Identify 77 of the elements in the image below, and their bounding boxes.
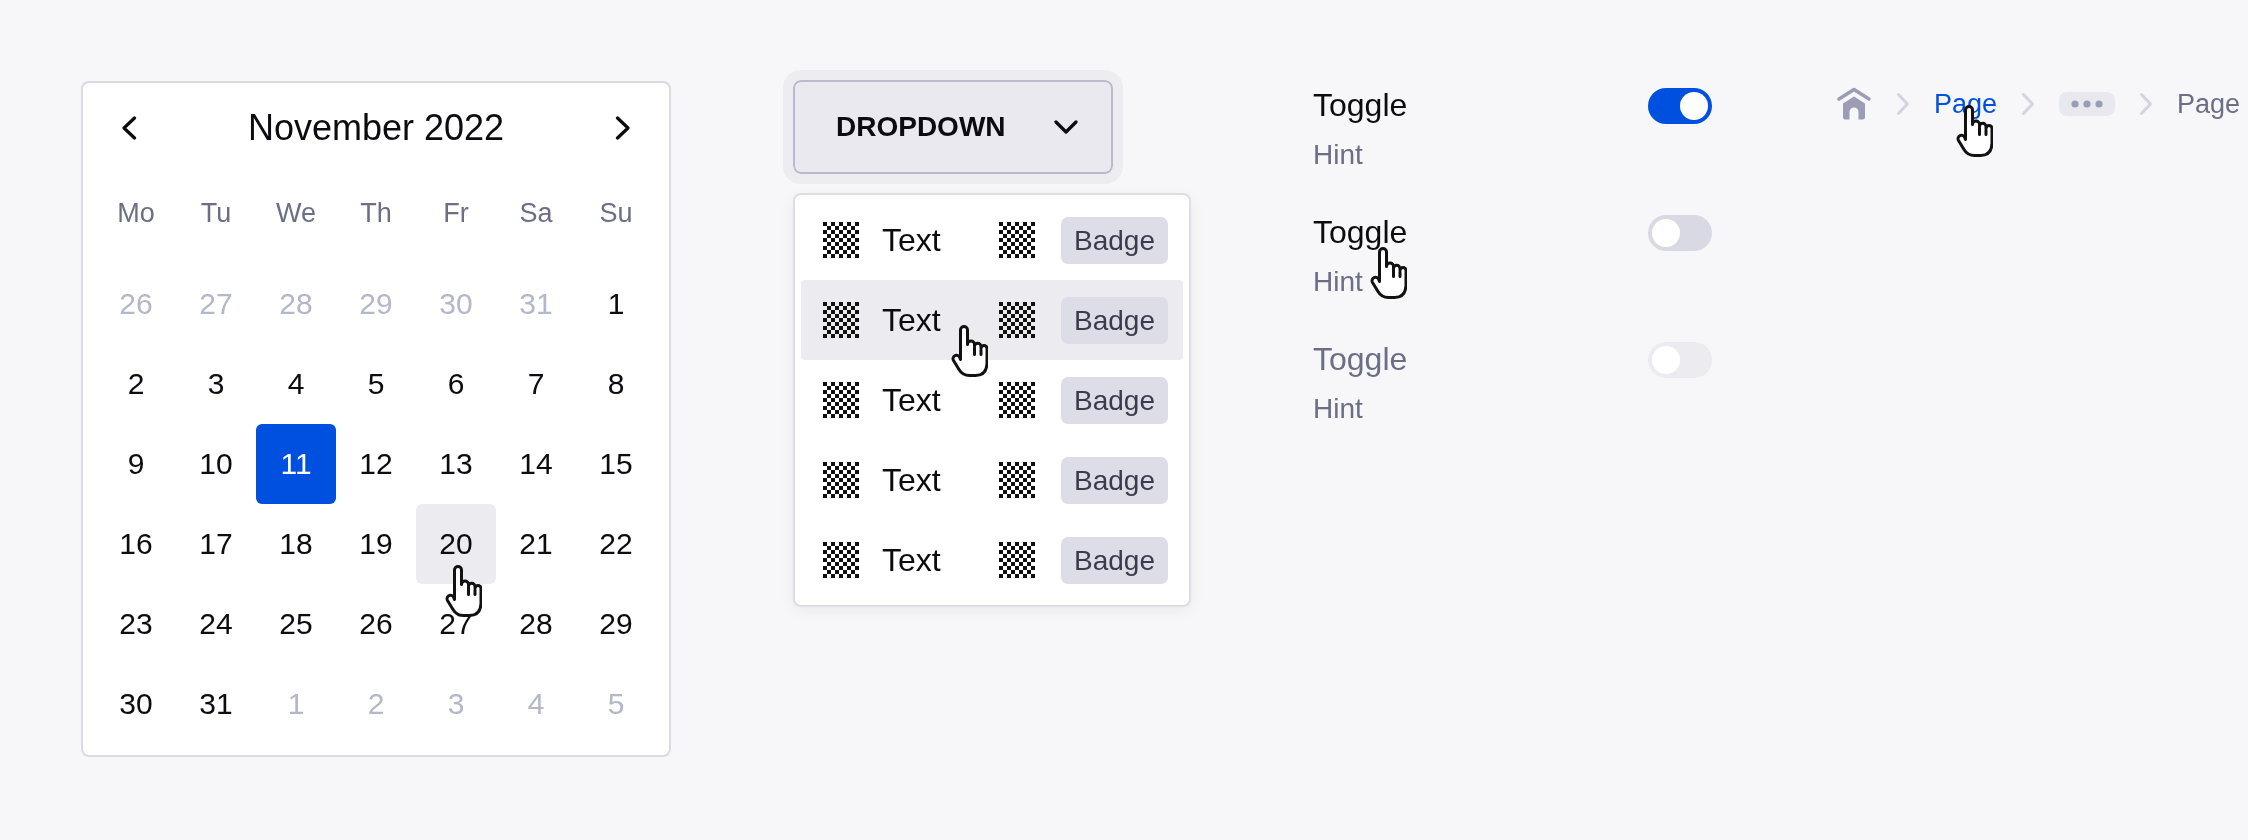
toggle-label: Toggle (1313, 340, 1408, 379)
menu-item[interactable]: Text Badge (801, 520, 1183, 600)
ellipsis-icon[interactable] (2059, 92, 2116, 116)
checkerboard-icon (823, 542, 859, 578)
calendar-title: November 2022 (247, 106, 505, 150)
badge: Badge (1061, 536, 1168, 584)
hand-cursor-icon (951, 325, 988, 377)
calendar-day[interactable]: 21 (496, 504, 576, 584)
checkerboard-icon (823, 222, 859, 258)
calendar-day[interactable]: 29 (576, 584, 656, 664)
checkerboard-icon (999, 462, 1036, 498)
calendar-day[interactable]: 6 (416, 344, 496, 424)
weekday-label: Su (599, 197, 633, 230)
checkerboard-icon (823, 382, 859, 418)
weekday-label: Fr (443, 197, 469, 230)
badge: Badge (1061, 216, 1168, 264)
menu-item[interactable]: Text Badge (801, 280, 1183, 360)
checkerboard-icon (999, 382, 1036, 418)
weekday-label: We (276, 197, 316, 230)
menu-item[interactable]: Text Badge (801, 200, 1183, 280)
calendar-day[interactable]: 11 (256, 424, 336, 504)
calendar-day[interactable]: 13 (416, 424, 496, 504)
toggle-switch[interactable] (1648, 215, 1712, 251)
weekday-label: Sa (519, 197, 553, 230)
calendar-day[interactable]: 22 (576, 504, 656, 584)
checkerboard-icon (823, 462, 859, 498)
chevron-down-icon (1054, 120, 1078, 134)
weekday-label: Th (360, 197, 392, 230)
checkerboard-icon (823, 302, 859, 338)
checkerboard-icon (999, 222, 1036, 258)
calendar-day[interactable]: 9 (96, 424, 176, 504)
calendar-day[interactable]: 7 (496, 344, 576, 424)
calendar-day[interactable]: 14 (496, 424, 576, 504)
calendar-day[interactable]: 8 (576, 344, 656, 424)
chevron-left-icon[interactable] (121, 116, 137, 140)
calendar-day[interactable]: 24 (176, 584, 256, 664)
chevron-right-icon (1896, 92, 1910, 116)
badge: Badge (1061, 296, 1168, 344)
calendar-day[interactable]: 26 (336, 584, 416, 664)
checkerboard-icon (999, 542, 1036, 578)
calendar-day[interactable]: 23 (96, 584, 176, 664)
hint-text: Hint (1313, 265, 1363, 299)
calendar-day[interactable]: 19 (336, 504, 416, 584)
chevron-right-icon (2139, 92, 2154, 116)
calendar-day[interactable]: 17 (176, 504, 256, 584)
home-icon[interactable] (1836, 86, 1872, 122)
calendar-day[interactable]: 2 (96, 344, 176, 424)
badge: Badge (1061, 376, 1168, 424)
toggle-label: Toggle (1313, 86, 1408, 125)
calendar-day[interactable]: 1 (576, 264, 656, 344)
calendar-day[interactable]: 30 (96, 664, 176, 744)
weekday-label: Tu (200, 197, 232, 230)
calendar-day[interactable]: 25 (256, 584, 336, 664)
calendar-day[interactable]: 10 (176, 424, 256, 504)
menu-item[interactable]: Text Badge (801, 360, 1183, 440)
calendar-day[interactable]: 31 (176, 664, 256, 744)
calendar-day[interactable]: 12 (336, 424, 416, 504)
calendar-day[interactable]: 18 (256, 504, 336, 584)
hint-text: Hint (1313, 138, 1363, 172)
menu-item[interactable]: Text Badge (801, 440, 1183, 520)
calendar-day[interactable]: 20 (416, 504, 496, 584)
chevron-right-icon (2021, 92, 2036, 116)
badge: Badge (1061, 456, 1168, 504)
calendar-day[interactable]: 5 (336, 344, 416, 424)
chevron-right-icon[interactable] (615, 116, 631, 140)
calendar-day[interactable]: 28 (496, 584, 576, 664)
weekday-label: Mo (117, 197, 155, 230)
breadcrumb-current: Page (2177, 88, 2241, 121)
calendar-day[interactable]: 15 (576, 424, 656, 504)
dropdown-button[interactable]: DROPDOWN (783, 70, 1123, 184)
calendar-day[interactable]: 16 (96, 504, 176, 584)
checkerboard-icon (999, 302, 1036, 338)
toggle-switch[interactable] (1648, 88, 1712, 124)
calendar-day[interactable]: 4 (256, 344, 336, 424)
toggle-label: Toggle (1313, 213, 1408, 252)
calendar-day[interactable]: 3 (176, 344, 256, 424)
hint-text: Hint (1313, 392, 1363, 426)
